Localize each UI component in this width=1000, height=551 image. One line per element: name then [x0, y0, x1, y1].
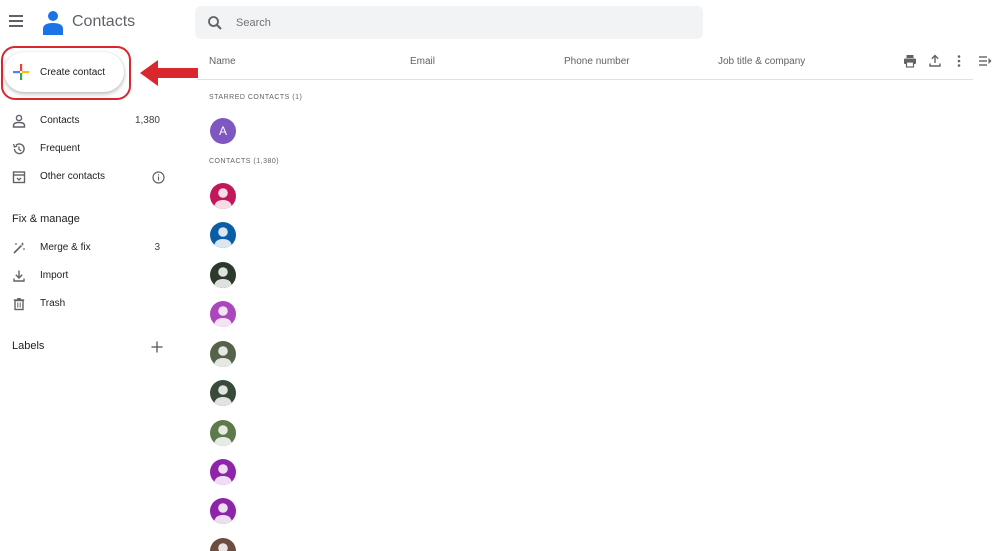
sidebar-item-trash[interactable]: Trash: [0, 293, 175, 315]
contact-avatar[interactable]: [210, 420, 236, 446]
person-silhouette-icon: [218, 543, 228, 551]
contact-avatar[interactable]: [210, 538, 236, 551]
contact-avatar[interactable]: [210, 262, 236, 288]
search-icon[interactable]: [207, 15, 223, 31]
menu-icon[interactable]: [9, 12, 29, 32]
download-icon: [13, 270, 25, 282]
archive-icon: [12, 171, 26, 184]
trash-icon: [13, 298, 25, 311]
more-options-icon[interactable]: [952, 54, 966, 68]
history-icon: [12, 143, 25, 155]
avatar-letter: A: [210, 118, 236, 144]
column-header-email[interactable]: Email: [410, 56, 435, 67]
create-contact-label: Create contact: [40, 67, 106, 78]
contact-avatar[interactable]: [210, 183, 236, 209]
contact-avatar[interactable]: [210, 459, 236, 485]
print-icon[interactable]: [903, 54, 917, 68]
sidebar-item-label: Other contacts: [40, 171, 106, 182]
create-contact-button[interactable]: Create contact: [4, 52, 124, 92]
sidebar-item-label: Import: [40, 270, 69, 281]
person-silhouette-icon: [214, 188, 232, 209]
sidebar-item-contacts[interactable]: Contacts 1,380: [0, 110, 175, 132]
person-silhouette-icon: [214, 306, 232, 327]
contact-avatar[interactable]: [210, 341, 236, 367]
contacts-logo-icon: [43, 11, 63, 35]
person-silhouette-icon: [214, 385, 232, 406]
sidebar-item-import[interactable]: Import: [0, 265, 175, 287]
arrow-annotation: [140, 60, 198, 86]
sidebar-item-label: Contacts: [40, 115, 80, 126]
person-silhouette-icon: [214, 346, 232, 367]
contacts-count: 1,380: [134, 115, 160, 126]
info-icon[interactable]: [152, 171, 165, 184]
contact-avatar[interactable]: [210, 380, 236, 406]
person-silhouette-icon: [214, 267, 232, 288]
person-silhouette-icon: [214, 227, 232, 248]
starred-contacts-label: STARRED CONTACTS (1): [209, 94, 303, 101]
person-silhouette-icon: [214, 425, 232, 446]
column-header-phone[interactable]: Phone number: [564, 56, 630, 67]
sidebar-item-merge-fix[interactable]: Merge & fix 3: [0, 237, 175, 259]
header-divider: [197, 79, 973, 80]
person-icon: [12, 114, 26, 128]
sidebar-item-label: Merge & fix: [40, 242, 91, 253]
search-input[interactable]: [236, 6, 676, 39]
avatar[interactable]: A: [210, 118, 236, 144]
sidebar-item-other-contacts[interactable]: Other contacts: [0, 166, 175, 188]
column-header-name[interactable]: Name: [209, 56, 236, 67]
labels-heading: Labels: [12, 340, 45, 352]
sidebar-item-frequent[interactable]: Frequent: [0, 138, 175, 160]
fix-manage-heading: Fix & manage: [12, 213, 80, 225]
contact-avatar[interactable]: [210, 498, 236, 524]
contact-avatar[interactable]: [210, 222, 236, 248]
column-options-icon[interactable]: [978, 54, 992, 68]
person-silhouette-icon: [214, 464, 232, 485]
person-silhouette-icon: [214, 503, 232, 524]
search-bar[interactable]: [195, 6, 703, 39]
add-label-icon[interactable]: [150, 340, 164, 354]
merge-count: 3: [154, 242, 160, 253]
magic-wand-icon: [13, 242, 25, 254]
plus-icon: [13, 64, 29, 80]
sidebar-item-label: Frequent: [40, 143, 81, 154]
contact-avatar[interactable]: [210, 301, 236, 327]
sidebar-item-label: Trash: [40, 298, 66, 309]
export-icon[interactable]: [928, 54, 942, 68]
contacts-group-label: CONTACTS (1,380): [209, 158, 280, 165]
app-title: Contacts: [72, 13, 136, 30]
column-header-job[interactable]: Job title & company: [718, 56, 805, 67]
